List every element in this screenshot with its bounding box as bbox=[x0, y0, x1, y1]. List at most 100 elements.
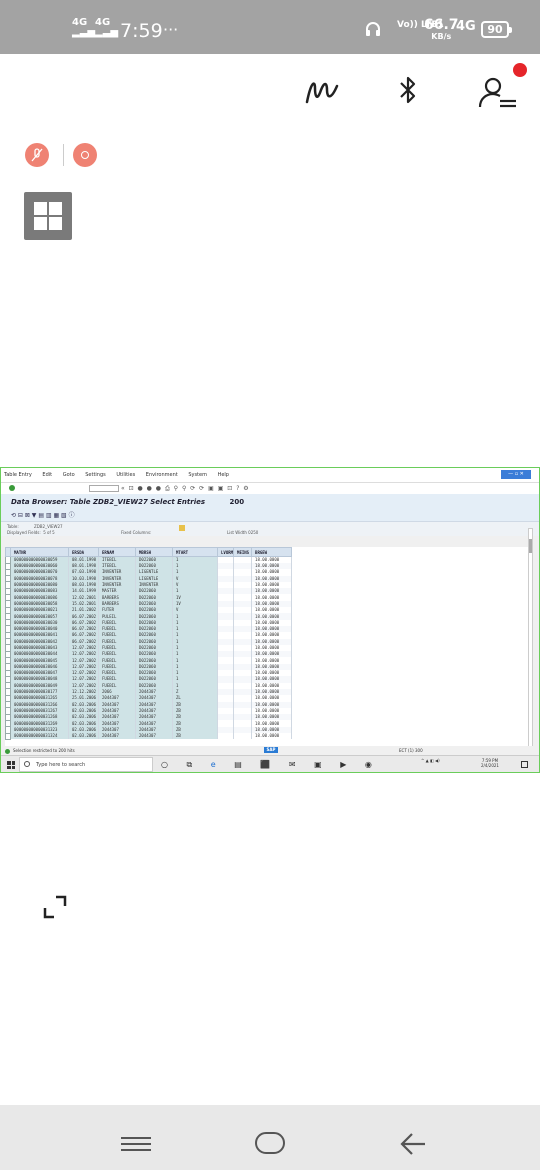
sap-title-bar: Data Browser: Table ZDB2_VIEW27 Select E… bbox=[1, 494, 539, 510]
status-bar: 4G ▂▃▅ 4G ▂▃▅ 7:59 ··· Vo)) LTE1 66.7 KB/s … bbox=[0, 0, 540, 54]
table-cell: 2044307 bbox=[98, 733, 136, 740]
menu-goto[interactable]: Goto bbox=[63, 468, 75, 482]
table-cell: 08.01.1998 bbox=[68, 563, 99, 570]
fixed-columns: Fixed Columns: bbox=[121, 530, 152, 535]
table-cell: 12.07.2002 bbox=[68, 644, 99, 652]
system-tray[interactable]: ^ ▲ ◧ ◀) bbox=[421, 758, 440, 764]
table-cell: 08.03.1998 bbox=[68, 581, 99, 589]
fixed-columns-icon[interactable] bbox=[179, 525, 185, 531]
vertical-scrollbar[interactable] bbox=[528, 528, 533, 750]
results-table: MATNR ERSDA ERNAM MBRSH MTART LVORM MEIN… bbox=[5, 547, 529, 753]
table-cell: 06.07.2002 bbox=[68, 632, 99, 639]
network-speed: 66.7 KB/s bbox=[424, 17, 459, 41]
signature-icon[interactable] bbox=[303, 76, 341, 106]
menu-table-entry[interactable]: Table Entry bbox=[4, 468, 32, 482]
action-center-icon[interactable] bbox=[521, 761, 528, 768]
sap-menu-bar: Table Entry Edit Goto Settings Utilities… bbox=[1, 468, 539, 482]
window-controls[interactable]: — ▫ ✕ bbox=[501, 470, 531, 479]
signal-4g-1: 4G ▂▃▅ bbox=[72, 17, 96, 38]
displayed-fields: Displayed Fields: 5 of 5 bbox=[7, 530, 55, 535]
table-cell: 02.03.2006 bbox=[68, 701, 99, 708]
column-header[interactable]: MBRSH bbox=[135, 547, 173, 557]
menu-system[interactable]: System bbox=[188, 468, 207, 482]
column-header[interactable]: ERSDA bbox=[68, 547, 99, 557]
sap-logo: SAP bbox=[264, 747, 278, 753]
headphones-icon bbox=[366, 22, 380, 36]
system-info[interactable]: ECT (1) 300 bbox=[399, 746, 423, 755]
menu-settings[interactable]: Settings bbox=[85, 468, 106, 482]
column-header[interactable]: LVORM bbox=[216, 547, 235, 557]
profile-menu-icon[interactable] bbox=[478, 76, 518, 110]
taskbar-search-placeholder: Type here to search bbox=[36, 762, 86, 768]
menu-environment[interactable]: Environment bbox=[146, 468, 178, 482]
table-cell: 02.03.2006 bbox=[68, 720, 99, 727]
table-row[interactable]: 000000000000031324 02.03.2006 2044307 20443… bbox=[5, 732, 293, 740]
column-header[interactable]: BRGEW bbox=[251, 547, 293, 557]
mic-off-icon bbox=[31, 148, 43, 162]
list-width: List Width 0250 bbox=[227, 530, 259, 535]
more-notifications-icon: ··· bbox=[163, 20, 179, 39]
command-field[interactable] bbox=[89, 485, 119, 492]
battery-indicator: 90 bbox=[481, 21, 512, 38]
signal-4g-3: 4G bbox=[456, 19, 476, 34]
android-nav-bar bbox=[0, 1105, 540, 1170]
table-cell: 07.03.1998 bbox=[68, 569, 99, 576]
clock: 7:59 bbox=[120, 20, 163, 42]
taskbar-apps[interactable]: ○ ⧉ e ▤ ⬛ ✉ ▣ ▶ ◉ bbox=[161, 759, 380, 771]
table-cell: 12.07.2002 bbox=[68, 670, 99, 677]
taskbar-search[interactable]: Type here to search bbox=[19, 757, 153, 772]
table-cell: 02.03.2006 bbox=[68, 714, 99, 721]
record-button[interactable] bbox=[73, 143, 97, 167]
table-cell: 06.07.2002 bbox=[68, 619, 99, 626]
table-cell: 18.00.0000 bbox=[251, 733, 293, 740]
menu-help[interactable]: Help bbox=[218, 468, 229, 482]
table-cell: ZB bbox=[172, 733, 218, 740]
recent-apps-icon[interactable] bbox=[121, 1137, 151, 1151]
table-cell: 12.07.2002 bbox=[68, 676, 99, 683]
home-icon[interactable] bbox=[255, 1132, 285, 1154]
taskbar-clock[interactable]: 7:59 PM 2/4/2021 bbox=[481, 758, 499, 768]
mic-off-button[interactable] bbox=[25, 143, 49, 167]
table-cell: 12.07.2002 bbox=[68, 663, 99, 671]
table-cell bbox=[233, 733, 253, 740]
notification-dot bbox=[513, 63, 527, 77]
apps-grid-button[interactable] bbox=[24, 192, 72, 240]
signal-4g-2: 4G ▂▃▅ bbox=[95, 17, 119, 38]
table-cell: 21.01.2002 bbox=[68, 607, 99, 614]
table-cell: 06.07.2002 bbox=[68, 625, 99, 633]
windows-start-icon[interactable] bbox=[7, 761, 15, 769]
column-header[interactable]: MATNR bbox=[10, 547, 69, 557]
table-cell: 08.01.1998 bbox=[68, 556, 99, 563]
selection-info: Table: ZDB2_VIEW27 Displayed Fields: 5 o… bbox=[1, 522, 539, 536]
table-cell: 02.03.2006 bbox=[68, 707, 99, 715]
bluetooth-icon[interactable] bbox=[398, 74, 418, 106]
column-header[interactable]: ERNAM bbox=[98, 547, 136, 557]
status-message: Selection restricted to 200 hits bbox=[13, 748, 75, 753]
screen-title: Data Browser: Table ZDB2_VIEW27 Select E… bbox=[11, 498, 206, 506]
table-cell: 10.03.1998 bbox=[68, 575, 99, 582]
table-cell: 06.07.2002 bbox=[68, 638, 99, 645]
crop-corner-icon[interactable] bbox=[42, 894, 68, 920]
application-toolbar[interactable]: ⟲ ⊟ ⊠ ▼ ▤ ▥ ▦ ▧ ⓘ bbox=[1, 510, 539, 522]
table-cell: 000000000000031324 bbox=[10, 733, 69, 740]
back-arrow-icon[interactable] bbox=[400, 1131, 426, 1157]
divider bbox=[63, 144, 64, 166]
column-header[interactable]: MTART bbox=[172, 547, 218, 557]
column-header[interactable]: MEINS bbox=[233, 547, 253, 557]
table-cell: 14.01.1999 bbox=[68, 588, 99, 595]
success-icon bbox=[5, 748, 10, 754]
menu-edit[interactable]: Edit bbox=[42, 468, 52, 482]
table-cell: 12.07.2002 bbox=[68, 682, 99, 689]
toolbar-icons[interactable]: « ⊡ ● ● ● ⎙ ⚲ ⚲ ⟳ ⟳ ▣ ▣ ⊡ ? ⚙ bbox=[121, 485, 250, 493]
table-cell: 06.07.2002 bbox=[68, 613, 99, 620]
enter-icon[interactable] bbox=[9, 485, 15, 491]
entries-count: 200 bbox=[229, 498, 245, 506]
table-cell: 15.02.2001 bbox=[68, 600, 99, 608]
table-cell bbox=[217, 733, 235, 740]
table-cell: 02.03.2006 bbox=[68, 733, 99, 740]
menu-utilities[interactable]: Utilities bbox=[116, 468, 135, 482]
table-cell: 25.01.2006 bbox=[68, 695, 99, 702]
windows-taskbar: Type here to search ○ ⧉ e ▤ ⬛ ✉ ▣ ▶ ◉ ^ … bbox=[1, 755, 539, 772]
table-cell: 12.02.2001 bbox=[68, 594, 99, 601]
table-cell: 12.07.2002 bbox=[68, 651, 99, 658]
